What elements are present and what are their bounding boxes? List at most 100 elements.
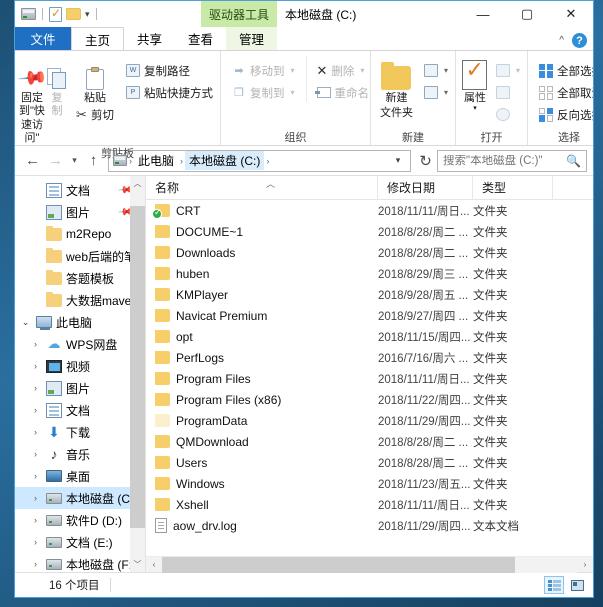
maximize-button[interactable]: ▢ [505, 1, 549, 27]
collapse-ribbon-icon[interactable]: ^ [559, 35, 564, 46]
new-item-button[interactable]: ▾ [421, 61, 451, 80]
table-row[interactable]: Navicat Premium 2018/9/27/周四 ... 文件夹 [146, 305, 593, 326]
chevron-down-icon[interactable]: ▾ [291, 88, 295, 97]
chevron-right-icon[interactable]: › [29, 559, 42, 569]
sidebar-item-12[interactable]: › ♪ 音乐 [15, 443, 145, 465]
invert-selection-button[interactable]: 反向选择 [536, 105, 593, 124]
tab-file[interactable]: 文件 [15, 27, 71, 50]
table-row[interactable]: aow_drv.log 2018/11/29/周四... 文本文档 [146, 515, 593, 536]
chevron-down-icon[interactable]: ▾ [360, 66, 364, 75]
help-icon[interactable]: ? [572, 33, 587, 48]
sidebar-item-5[interactable]: 大数据maven视 [15, 289, 145, 311]
new-folder-button[interactable]: 新建 文件夹 [375, 56, 418, 119]
pin-to-quick-access-button[interactable]: 📌 固定到"快 速访问" [16, 56, 48, 145]
new-folder-icon[interactable] [66, 8, 81, 20]
tiles-view-button[interactable] [567, 576, 587, 594]
easy-access-button[interactable]: ▾ [421, 83, 451, 102]
sidebar-item-15[interactable]: › 软件D (D:) [15, 509, 145, 531]
sidebar-item-10[interactable]: › 文档 [15, 399, 145, 421]
table-row[interactable]: Program Files (x86) 2018/11/22/周四... 文件夹 [146, 389, 593, 410]
tab-share[interactable]: 共享 [124, 27, 176, 50]
cut-button[interactable]: ✂ 剪切 [73, 105, 117, 124]
copy-to-button[interactable]: ❐ 复制到 ▾ [229, 83, 298, 102]
copy-button[interactable]: 复制 [46, 56, 67, 117]
sidebar-scrollbar[interactable]: ︿ ﹀ [130, 176, 145, 572]
scroll-up-button[interactable]: ︿ [130, 176, 145, 191]
chevron-down-icon[interactable]: ▾ [516, 66, 520, 75]
chevron-down-icon[interactable]: ▾ [390, 155, 406, 166]
sidebar-item-11[interactable]: › ⬇ 下载 [15, 421, 145, 443]
table-row[interactable]: CRT 2018/11/11/周日...文件夹 [146, 200, 593, 221]
chevron-down-icon[interactable]: ▾ [85, 9, 90, 20]
chevron-down-icon[interactable]: ⌄ [19, 317, 32, 328]
table-row[interactable]: QMDownload 2018/8/28/周二 ... 文件夹 [146, 431, 593, 452]
details-view-button[interactable] [544, 576, 564, 594]
chevron-right-icon[interactable]: › [29, 361, 42, 371]
contextual-tab-drive-tools[interactable]: 驱动器工具 [201, 1, 277, 27]
sidebar-item-6[interactable]: ⌄ 此电脑 [15, 311, 145, 333]
sidebar-item-14[interactable]: › 本地磁盘 (C:) [15, 487, 145, 509]
chevron-right-icon[interactable]: › [29, 383, 42, 393]
breadcrumb-separator[interactable]: › [264, 156, 271, 166]
file-list-horizontal-scrollbar[interactable]: ‹ › [146, 556, 593, 573]
chevron-right-icon[interactable]: › [29, 427, 42, 437]
hscroll-track[interactable] [162, 556, 577, 573]
properties-button[interactable]: 属性 ▾ [460, 56, 490, 112]
sidebar-item-2[interactable]: m2Repo [15, 223, 145, 245]
copy-path-button[interactable]: W 复制路径 [123, 61, 216, 80]
table-row[interactable]: Xshell 2018/11/11/周日... 文件夹 [146, 494, 593, 515]
table-row[interactable]: ProgramData 2018/11/29/周四... 文件夹 [146, 410, 593, 431]
table-row[interactable]: DOCUME~1 2018/8/28/周二 ... 文件夹 [146, 221, 593, 242]
scroll-left-button[interactable]: ‹ [146, 557, 162, 573]
open-button[interactable]: ▾ [493, 61, 523, 80]
table-row[interactable]: opt 2018/11/15/周四... 文件夹 [146, 326, 593, 347]
search-input[interactable] [443, 154, 563, 167]
close-button[interactable]: ✕ [549, 1, 593, 27]
column-header-type[interactable]: 类型 [473, 175, 553, 200]
sidebar-item-9[interactable]: › 图片 [15, 377, 145, 399]
chevron-right-icon[interactable]: › [29, 537, 42, 547]
chevron-right-icon[interactable]: › [29, 515, 42, 525]
rename-button[interactable]: 重命名 [314, 83, 373, 102]
sidebar-item-0[interactable]: 文档 📌 [15, 179, 145, 201]
table-row[interactable]: Windows 2018/11/23/周五... 文件夹 [146, 473, 593, 494]
scroll-right-button[interactable]: › [577, 557, 593, 573]
sidebar-item-8[interactable]: › 视频 [15, 355, 145, 377]
table-row[interactable]: PerfLogs 2016/7/16/周六 ... 文件夹 [146, 347, 593, 368]
refresh-button[interactable]: ↻ [414, 149, 437, 172]
search-icon[interactable]: 🔍 [566, 154, 581, 168]
column-header-date[interactable]: 修改日期 [378, 175, 473, 200]
sidebar-scroll-thumb[interactable] [130, 205, 145, 528]
tab-manage[interactable]: 管理 [226, 27, 278, 50]
properties-icon[interactable] [49, 6, 62, 22]
table-row[interactable]: Downloads 2018/8/28/周二 ... 文件夹 [146, 242, 593, 263]
table-row[interactable]: huben 2018/8/29/周三 ... 文件夹 [146, 263, 593, 284]
sidebar-item-1[interactable]: 图片 📌 [15, 201, 145, 223]
table-row[interactable]: Program Files 2018/11/11/周日... 文件夹 [146, 368, 593, 389]
sidebar-item-13[interactable]: › 桌面 [15, 465, 145, 487]
edit-button[interactable] [493, 83, 523, 102]
move-to-button[interactable]: ➡ 移动到 ▾ [229, 61, 298, 80]
sidebar-item-17[interactable]: › 本地磁盘 (F:) [15, 553, 145, 572]
sidebar-item-16[interactable]: › 文档 (E:) [15, 531, 145, 553]
select-all-button[interactable]: 全部选择 [536, 61, 593, 80]
tab-view[interactable]: 查看 [175, 27, 227, 50]
chevron-right-icon[interactable]: › [29, 339, 42, 349]
chevron-down-icon[interactable]: ▾ [444, 66, 448, 75]
table-row[interactable]: Users 2018/8/28/周二 ... 文件夹 [146, 452, 593, 473]
chevron-right-icon[interactable]: › [29, 405, 42, 415]
scroll-down-button[interactable]: ﹀ [130, 557, 145, 572]
history-button[interactable] [493, 105, 523, 124]
chevron-down-icon[interactable]: ▾ [473, 105, 477, 112]
hscroll-thumb[interactable] [162, 556, 515, 573]
column-header-name[interactable]: 名称 ︿ [146, 175, 378, 200]
tab-home[interactable]: 主页 [71, 27, 125, 50]
select-none-button[interactable]: 全部取消 [536, 83, 593, 102]
sidebar-scroll-track[interactable] [130, 191, 145, 557]
sidebar-item-7[interactable]: › ☁ WPS网盘 [15, 333, 145, 355]
chevron-right-icon[interactable]: › [29, 449, 42, 459]
paste-button[interactable]: 粘贴 [69, 56, 121, 105]
chevron-down-icon[interactable]: ▾ [444, 88, 448, 97]
delete-button[interactable]: ✕ 删除 ▾ [314, 61, 373, 80]
chevron-right-icon[interactable]: › [29, 471, 42, 481]
